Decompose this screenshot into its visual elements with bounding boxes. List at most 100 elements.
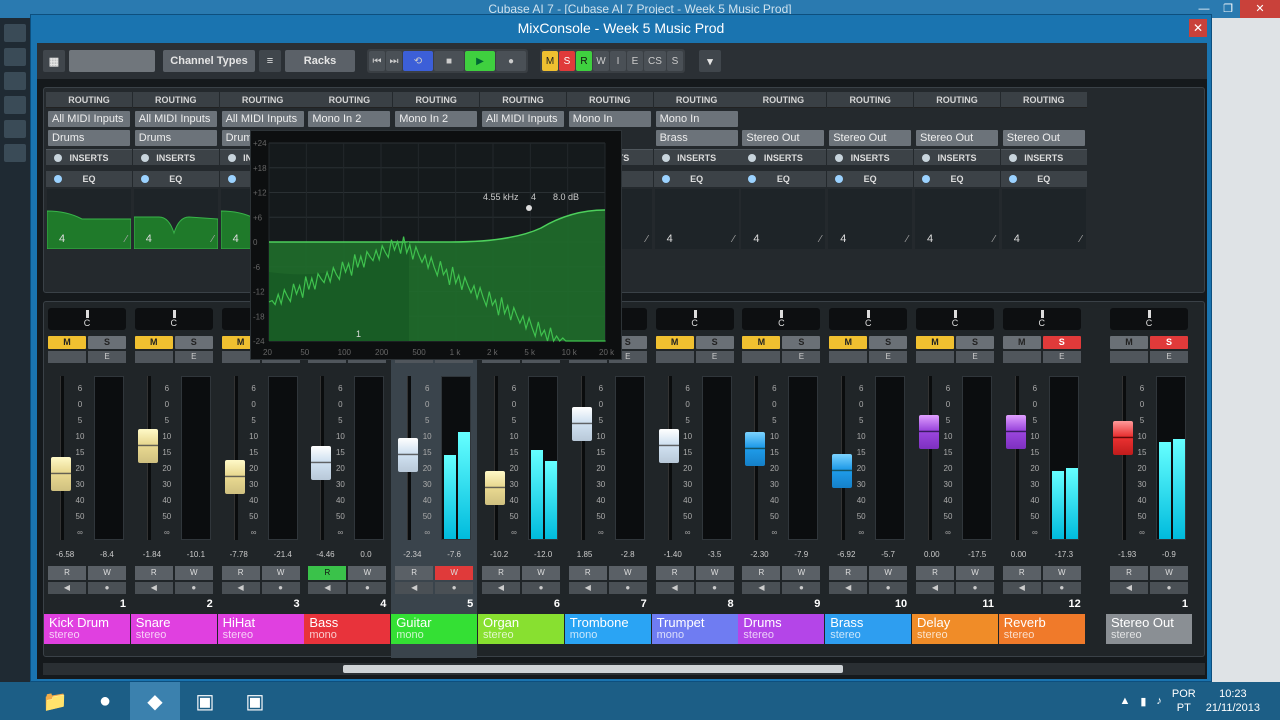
solo-button[interactable]: S	[1150, 336, 1188, 349]
inserts-header[interactable]: INSERTS	[740, 149, 827, 165]
visibility-field[interactable]	[69, 50, 155, 72]
fader-track[interactable]	[928, 376, 932, 540]
app2-icon[interactable]: ▣	[230, 682, 280, 720]
routing-input[interactable]: All MIDI Inputs	[134, 111, 217, 127]
record-enable-button[interactable]: ●	[261, 582, 300, 594]
eq-header[interactable]: EQ	[914, 171, 1000, 187]
mute-button[interactable]: M	[655, 336, 694, 349]
read-automation-button[interactable]: R	[829, 566, 868, 580]
eq-thumbnail[interactable]: 4⁄	[915, 189, 999, 249]
pan-control[interactable]: C	[1002, 308, 1081, 330]
monitor-button[interactable]: ◀	[1002, 582, 1041, 594]
mute-button[interactable]: M	[48, 336, 86, 349]
eq-bypass-icon[interactable]	[748, 175, 757, 183]
volume-icon[interactable]: ♪	[1156, 695, 1162, 707]
fader-handle[interactable]	[919, 415, 939, 450]
routing-header[interactable]: ROUTING	[46, 92, 132, 108]
channel-name[interactable]: Bass mono	[304, 614, 391, 644]
inserts-header[interactable]: INSERTS	[653, 149, 740, 165]
fader-handle[interactable]	[311, 446, 332, 480]
eq-thumbnail[interactable]: 4⁄	[828, 189, 913, 249]
fader-handle[interactable]	[1113, 420, 1133, 455]
channel-name[interactable]: Reverb stereo	[998, 614, 1085, 644]
read-automation-button[interactable]: R	[916, 566, 954, 580]
record-enable-button[interactable]: ●	[348, 582, 387, 594]
racks-button[interactable]: Racks	[285, 50, 355, 72]
solo-state-button[interactable]: S	[559, 51, 575, 71]
record-enable-button[interactable]: ●	[956, 582, 994, 594]
edit-button[interactable]: E	[1150, 351, 1188, 363]
left-panel-item[interactable]	[4, 96, 26, 114]
write-automation-button[interactable]: W	[348, 566, 387, 580]
eq-state-button[interactable]: E	[627, 51, 643, 71]
record-enable-button[interactable]: ●	[88, 582, 126, 594]
write-automation-button[interactable]: W	[174, 566, 213, 580]
routing-input[interactable]: Mono In	[655, 111, 738, 127]
fader-handle[interactable]	[137, 429, 158, 464]
listen-button[interactable]	[742, 351, 781, 363]
eq-bypass-icon[interactable]	[661, 175, 670, 183]
eq-bypass-icon[interactable]	[922, 175, 930, 183]
listen-button[interactable]	[1110, 351, 1148, 363]
eq-thumbnail[interactable]: 4⁄	[654, 189, 739, 249]
eq-header[interactable]: EQ	[827, 171, 914, 187]
eq-thumbnail[interactable]: 4⁄	[47, 189, 131, 249]
monitor-button[interactable]: ◀	[1110, 582, 1148, 594]
mute-button[interactable]: M	[1110, 336, 1148, 349]
routing-input[interactable]: Mono In 2	[395, 111, 478, 127]
read-automation-button[interactable]: R	[221, 566, 260, 580]
layout-icon[interactable]: ▦	[43, 50, 65, 72]
mute-button[interactable]: M	[1002, 336, 1041, 349]
channel-name[interactable]: Trumpet mono	[651, 614, 738, 644]
record-enable-button[interactable]: ●	[608, 582, 647, 594]
fader-track[interactable]	[233, 376, 238, 540]
read-automation-button[interactable]: R	[482, 566, 520, 580]
inserts-bypass-icon[interactable]	[922, 154, 930, 162]
scroll-thumb[interactable]	[343, 665, 843, 673]
insert-state-button[interactable]: I	[610, 51, 626, 71]
record-enable-button[interactable]: ●	[522, 582, 560, 594]
read-automation-button[interactable]: R	[395, 566, 434, 580]
firefox-icon[interactable]: ●	[80, 682, 130, 720]
fader-track[interactable]	[494, 376, 498, 540]
horizontal-scrollbar[interactable]	[43, 663, 1205, 675]
eq-header[interactable]: EQ	[653, 171, 740, 187]
left-panel-item[interactable]	[4, 48, 26, 66]
edit-button[interactable]: E	[695, 351, 734, 363]
edit-button[interactable]: E	[869, 351, 908, 363]
eq-thumbnail[interactable]: 4⁄	[133, 189, 218, 249]
routing-header[interactable]: ROUTING	[219, 92, 306, 108]
listen-button[interactable]	[48, 351, 86, 363]
routing-output[interactable]: Stereo Out	[829, 130, 912, 146]
functions-menu-icon[interactable]: ▾	[699, 50, 721, 72]
edit-button[interactable]: E	[1042, 351, 1081, 363]
record-enable-button[interactable]: ●	[174, 582, 213, 594]
routing-header[interactable]: ROUTING	[740, 92, 827, 108]
routing-header[interactable]: ROUTING	[566, 92, 653, 108]
routing-header[interactable]: ROUTING	[132, 92, 219, 108]
channel-name[interactable]: Snare stereo	[130, 614, 217, 644]
read-automation-button[interactable]: R	[655, 566, 694, 580]
fader-handle[interactable]	[485, 471, 505, 506]
solo-button[interactable]: S	[956, 336, 994, 349]
eq-curve-graph[interactable]: +24 +18 +12 +6 0 -6 -12 -18 -24 20 50 100 200 500 1 k 2…	[251, 131, 623, 361]
pan-control[interactable]: C	[134, 308, 213, 330]
write-automation-button[interactable]: W	[956, 566, 994, 580]
read-automation-button[interactable]: R	[742, 566, 781, 580]
write-automation-button[interactable]: W	[869, 566, 908, 580]
write-state-button[interactable]: W	[593, 51, 609, 71]
fader-track[interactable]	[580, 376, 585, 540]
tray-arrow-icon[interactable]: ▲	[1119, 695, 1130, 707]
routing-header[interactable]: ROUTING	[306, 92, 393, 108]
channel-name[interactable]: Stereo Out stereo	[1106, 614, 1192, 644]
left-panel-item[interactable]	[4, 24, 26, 42]
eq-header[interactable]: EQ	[1000, 171, 1087, 187]
edit-button[interactable]: E	[88, 351, 126, 363]
pan-control[interactable]: C	[655, 308, 734, 330]
inserts-bypass-icon[interactable]	[54, 154, 62, 162]
pan-control[interactable]: C	[1110, 308, 1188, 330]
routing-header[interactable]: ROUTING	[653, 92, 740, 108]
fader-handle[interactable]	[1005, 415, 1026, 450]
listen-button[interactable]	[1002, 351, 1041, 363]
eq-curve-popup[interactable]: +24 +18 +12 +6 0 -6 -12 -18 -24 20 50 100 200 500 1 k 2…	[250, 130, 622, 360]
